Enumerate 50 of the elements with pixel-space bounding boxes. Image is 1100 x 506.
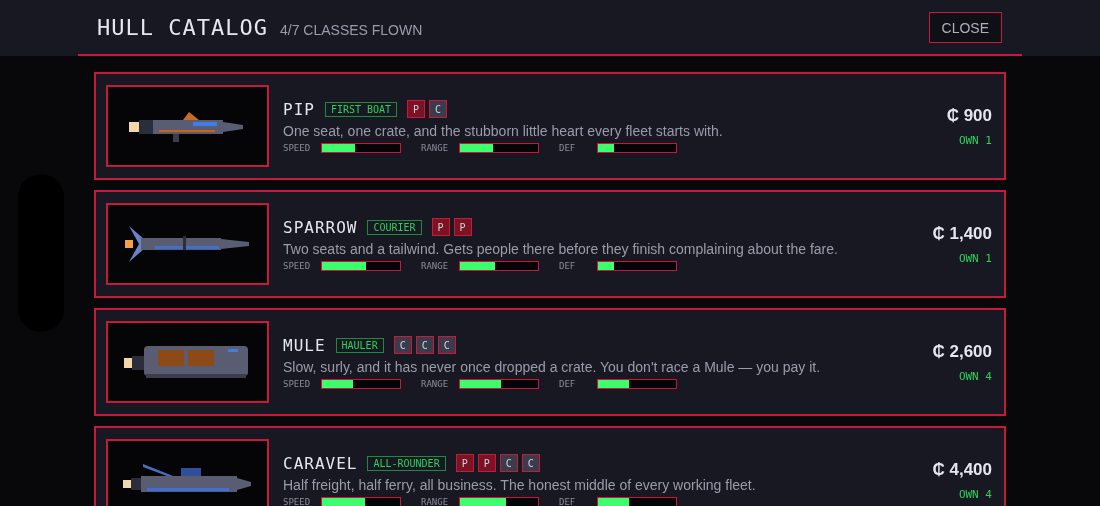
stat-label: RANGE: [421, 260, 450, 271]
stat-label: SPEED: [283, 260, 312, 271]
ship-card[interactable]: PIP FIRST BOAT P C One seat, one crate, and the stubborn little heart every fleet starts with. SPEED RANGE DEF ₵ 900 OWN 1: [94, 72, 1006, 180]
ship-card[interactable]: MULE HAULER C C C Slow, surly, and it has never once dropped a crate. You don't race a Mule — you pay it. SPEED RANGE DEF ₵ 2,600 OWN 4: [94, 308, 1006, 416]
owned-count: OWN 4: [958, 487, 992, 501]
stat-label: DEF: [559, 378, 577, 389]
owned-count: OWN 1: [958, 251, 992, 265]
ship-description: Two seats and a tailwind. Gets people there before they finish complaining about the fare.: [283, 240, 839, 257]
ship-name: CARAVEL: [283, 453, 358, 473]
ship-description: Half freight, half ferry, all business. The honest middle of every working fleet.: [283, 476, 757, 493]
ship-price: ₵ 2,600: [932, 341, 992, 362]
stat-label: SPEED: [283, 496, 312, 506]
ship-price: ₵ 900: [946, 105, 992, 126]
seat-slot: P: [431, 218, 450, 236]
seat-slot: P: [455, 454, 474, 472]
stat-label: DEF: [559, 260, 577, 271]
ship-name: SPARROW: [283, 217, 358, 237]
ship-description: One seat, one crate, and the stubborn little heart every fleet starts with.: [283, 122, 724, 139]
stat-label: RANGE: [421, 142, 450, 153]
seat-slot: P: [477, 454, 496, 472]
owned-count: OWN 1: [958, 133, 992, 147]
owned-count: OWN 4: [958, 369, 992, 383]
ship-description: Slow, surly, and it has never once dropped a crate. You don't race a Mule — you pay it.: [283, 358, 822, 375]
ship-name: MULE: [283, 335, 326, 355]
seat-slot: P: [407, 100, 426, 118]
ship-name: PIP: [283, 99, 315, 119]
stat-label: DEF: [559, 142, 577, 153]
stat-label: RANGE: [421, 378, 450, 389]
seat-slot: C: [393, 336, 412, 354]
stat-label: SPEED: [283, 378, 312, 389]
stat-label: DEF: [559, 496, 577, 506]
seat-slot: C: [415, 336, 434, 354]
stat-label: RANGE: [421, 496, 450, 506]
role-tag: ALL-ROUNDER: [367, 455, 446, 471]
seat-slot: C: [499, 454, 518, 472]
seat-slot: C: [437, 336, 456, 354]
stat-label: SPEED: [283, 142, 312, 153]
seat-slot: P: [453, 218, 472, 236]
seat-slot: C: [521, 454, 540, 472]
ship-card[interactable]: CARAVEL ALL-ROUNDER P P C C Half freight, half ferry, all business. The honest middle of every working fleet. SPEED RANGE DEF ₵ 4,400 OWN 4: [94, 426, 1006, 506]
close-button[interactable]: CLOSE: [928, 11, 1002, 43]
ship-card[interactable]: SPARROW COURIER P P Two seats and a tailwind. Gets people there before they finish complaining about the fare. SPEED RANGE DEF ₵ 1,400 OWN 1: [94, 190, 1006, 298]
role-tag: FIRST BOAT: [324, 101, 398, 117]
role-tag: COURIER: [367, 219, 422, 235]
role-tag: HAULER: [335, 337, 384, 353]
classes-flown-count: 4/7 CLASSES FLOWN: [279, 21, 423, 38]
seat-slot: C: [429, 100, 448, 118]
ship-price: ₵ 1,400: [932, 223, 992, 244]
catalog-title: HULL CATALOG: [97, 14, 268, 40]
ship-price: ₵ 4,400: [932, 459, 992, 480]
